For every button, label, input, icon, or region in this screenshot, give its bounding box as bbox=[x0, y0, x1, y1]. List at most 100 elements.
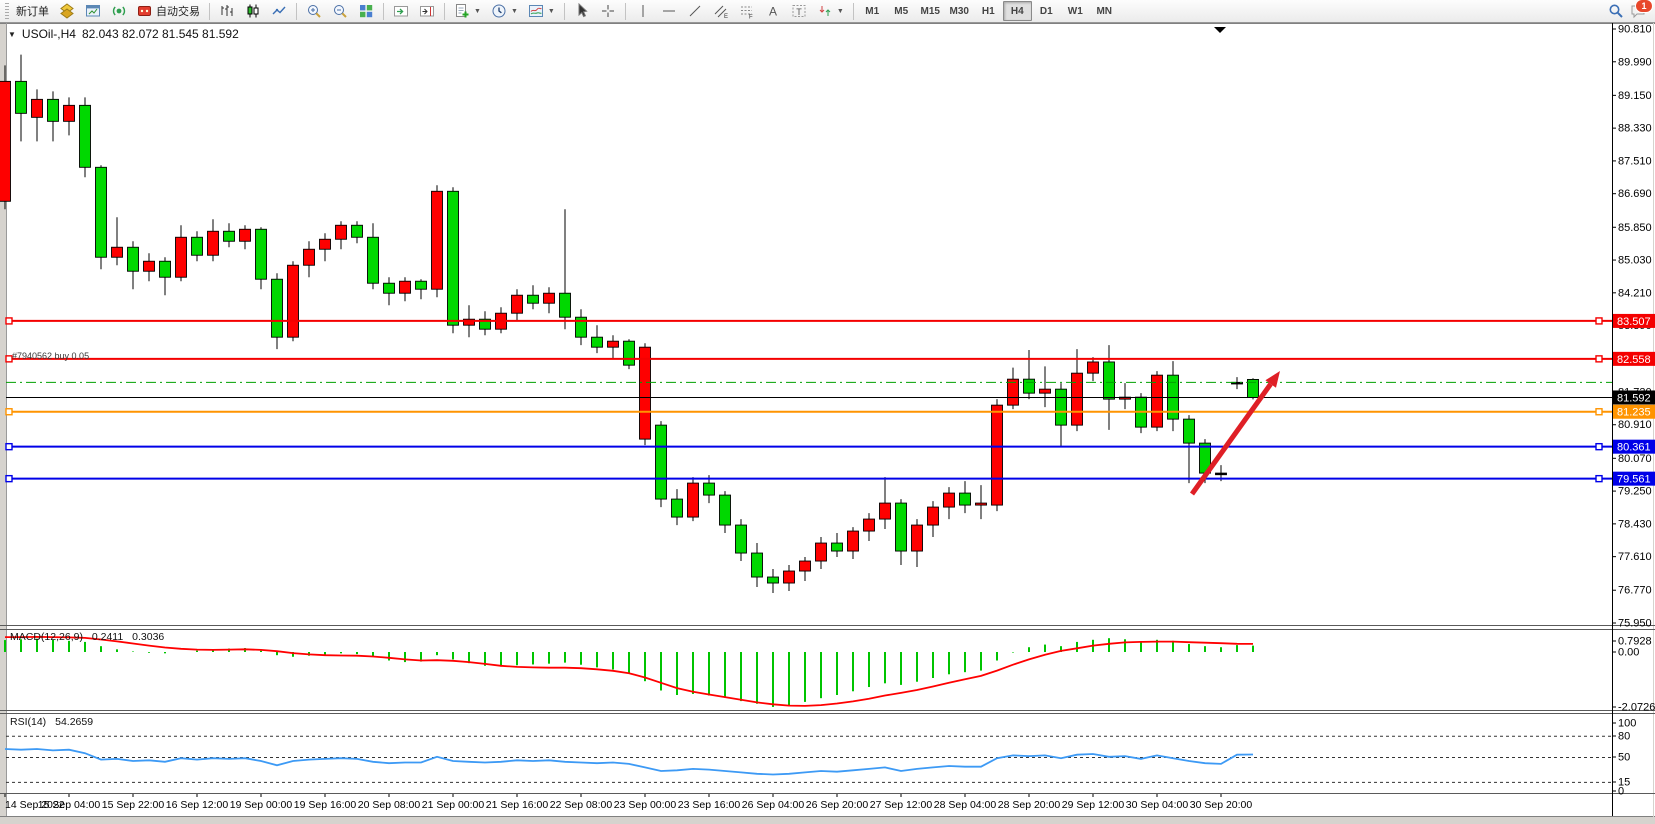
line-handle[interactable] bbox=[6, 444, 12, 450]
chart-shift-button[interactable] bbox=[414, 0, 440, 22]
tab-timeframe-m15[interactable]: M15 bbox=[916, 1, 945, 21]
candle bbox=[1088, 362, 1099, 373]
candle bbox=[0, 81, 11, 201]
candle bbox=[352, 225, 363, 237]
tab-timeframe-d1[interactable]: D1 bbox=[1032, 1, 1061, 21]
tab-timeframe-mn[interactable]: MN bbox=[1090, 1, 1119, 21]
text-label-tool-button[interactable]: T bbox=[786, 0, 812, 22]
time-axis-label: 15 Sep 22:00 bbox=[102, 799, 165, 811]
line-handle[interactable] bbox=[1596, 444, 1602, 450]
period-button[interactable]: ▼ bbox=[486, 0, 523, 22]
time-axis-label: 15 Sep 04:00 bbox=[38, 799, 101, 811]
line-handle[interactable] bbox=[1596, 409, 1602, 415]
new-order-button[interactable]: 新订单 bbox=[11, 0, 54, 22]
bar-chart-mode-button[interactable] bbox=[214, 0, 240, 22]
candle bbox=[272, 279, 283, 337]
chart-window-icon bbox=[85, 3, 101, 19]
bar-chart-icon bbox=[219, 3, 235, 19]
time-axis-label: 28 Sep 04:00 bbox=[934, 799, 997, 811]
line-handle[interactable] bbox=[6, 476, 12, 482]
auto-scroll-button[interactable] bbox=[388, 0, 414, 22]
crosshair-tool-button[interactable] bbox=[595, 0, 621, 22]
candle bbox=[208, 231, 219, 255]
add-indicator-button[interactable]: ▼ bbox=[449, 0, 486, 22]
horizontal-line-icon bbox=[661, 3, 677, 19]
candle bbox=[144, 261, 155, 271]
candle bbox=[64, 105, 75, 121]
rsi-axis-label: 0 bbox=[1618, 786, 1624, 798]
autotrading-button[interactable]: 自动交易 bbox=[132, 0, 205, 22]
candle bbox=[240, 229, 251, 241]
equidistant-channel-tool-button[interactable]: E bbox=[708, 0, 734, 22]
arrows-tool-button[interactable]: ▼ bbox=[812, 0, 849, 22]
rsi-axis-label: 80 bbox=[1618, 731, 1630, 743]
tab-timeframe-w1[interactable]: W1 bbox=[1061, 1, 1090, 21]
tile-windows-button[interactable] bbox=[353, 0, 379, 22]
trendline-icon bbox=[687, 3, 703, 19]
vertical-line-tool-button[interactable] bbox=[630, 0, 656, 22]
price-badge-text: 79.561 bbox=[1617, 474, 1651, 486]
dropdown-caret: ▼ bbox=[548, 8, 555, 15]
candle bbox=[32, 99, 43, 117]
notifications-button[interactable]: 1 bbox=[1630, 3, 1646, 19]
svg-text:80.910: 80.910 bbox=[1618, 419, 1652, 431]
signals-button[interactable] bbox=[106, 0, 132, 22]
position-line-label: #7940562 buy 0.05 bbox=[12, 351, 89, 361]
candle bbox=[592, 337, 603, 347]
text-icon: A bbox=[765, 3, 781, 19]
dropdown-caret: ▼ bbox=[511, 8, 518, 15]
zoom-in-button[interactable] bbox=[301, 0, 327, 22]
equidistant-channel-icon: E bbox=[713, 3, 729, 19]
candle bbox=[944, 493, 955, 507]
candlestick-mode-button[interactable] bbox=[240, 0, 266, 22]
line-handle[interactable] bbox=[6, 409, 12, 415]
rsi-axis-label: 100 bbox=[1618, 718, 1636, 730]
candlestick-chart-icon bbox=[245, 3, 261, 19]
chart-area[interactable]: 90.81089.99089.15088.33087.51086.69085.8… bbox=[0, 0, 1655, 824]
text-tool-button[interactable]: A bbox=[760, 0, 786, 22]
line-handle[interactable] bbox=[1596, 476, 1602, 482]
svg-text:88.330: 88.330 bbox=[1618, 123, 1652, 135]
charts-stack-button[interactable] bbox=[54, 0, 80, 22]
line-handle[interactable] bbox=[1596, 318, 1602, 324]
time-axis-label: 26 Sep 20:00 bbox=[806, 799, 869, 811]
new-chart-window-button[interactable] bbox=[80, 0, 106, 22]
candle bbox=[928, 507, 939, 525]
rsi-name: RSI(14) bbox=[10, 716, 46, 728]
tab-timeframe-m5[interactable]: M5 bbox=[887, 1, 916, 21]
macd-axis-label: 0.00 bbox=[1618, 647, 1639, 659]
ohlc-values: 82.043 82.072 81.545 81.592 bbox=[82, 27, 239, 41]
price-badge-text: 83.507 bbox=[1617, 316, 1651, 328]
time-axis-label: 20 Sep 08:00 bbox=[358, 799, 421, 811]
macd-value: 0.2411 bbox=[92, 631, 123, 643]
candle bbox=[1040, 389, 1051, 393]
tab-timeframe-h1[interactable]: H1 bbox=[974, 1, 1003, 21]
new-order-label: 新订单 bbox=[16, 3, 49, 19]
search-icon[interactable] bbox=[1608, 3, 1624, 19]
macd-axis-label: -2.0726 bbox=[1618, 702, 1655, 714]
candle bbox=[512, 295, 523, 313]
zoom-out-button[interactable] bbox=[327, 0, 353, 22]
autotrading-icon bbox=[137, 3, 153, 19]
add-chart-icon bbox=[454, 3, 470, 19]
tab-timeframe-h4[interactable]: H4 bbox=[1003, 1, 1032, 21]
symbol-dropdown-icon[interactable]: ▼ bbox=[8, 30, 16, 39]
horizontal-line-tool-button[interactable] bbox=[656, 0, 682, 22]
tab-timeframe-m30[interactable]: M30 bbox=[945, 1, 974, 21]
candle bbox=[688, 483, 699, 517]
candle bbox=[704, 483, 715, 495]
fibonacci-tool-button[interactable]: F bbox=[734, 0, 760, 22]
line-handle[interactable] bbox=[1596, 356, 1602, 362]
tab-timeframe-m1[interactable]: M1 bbox=[858, 1, 887, 21]
candle bbox=[400, 281, 411, 293]
candle bbox=[640, 347, 651, 439]
fibonacci-icon: F bbox=[739, 3, 755, 19]
candle bbox=[320, 239, 331, 249]
line-chart-mode-button[interactable] bbox=[266, 0, 292, 22]
cursor-tool-button[interactable] bbox=[569, 0, 595, 22]
trendline-tool-button[interactable] bbox=[682, 0, 708, 22]
line-handle[interactable] bbox=[6, 318, 12, 324]
template-button[interactable]: ▼ bbox=[523, 0, 560, 22]
candle bbox=[80, 105, 91, 167]
time-axis-label: 23 Sep 16:00 bbox=[678, 799, 741, 811]
